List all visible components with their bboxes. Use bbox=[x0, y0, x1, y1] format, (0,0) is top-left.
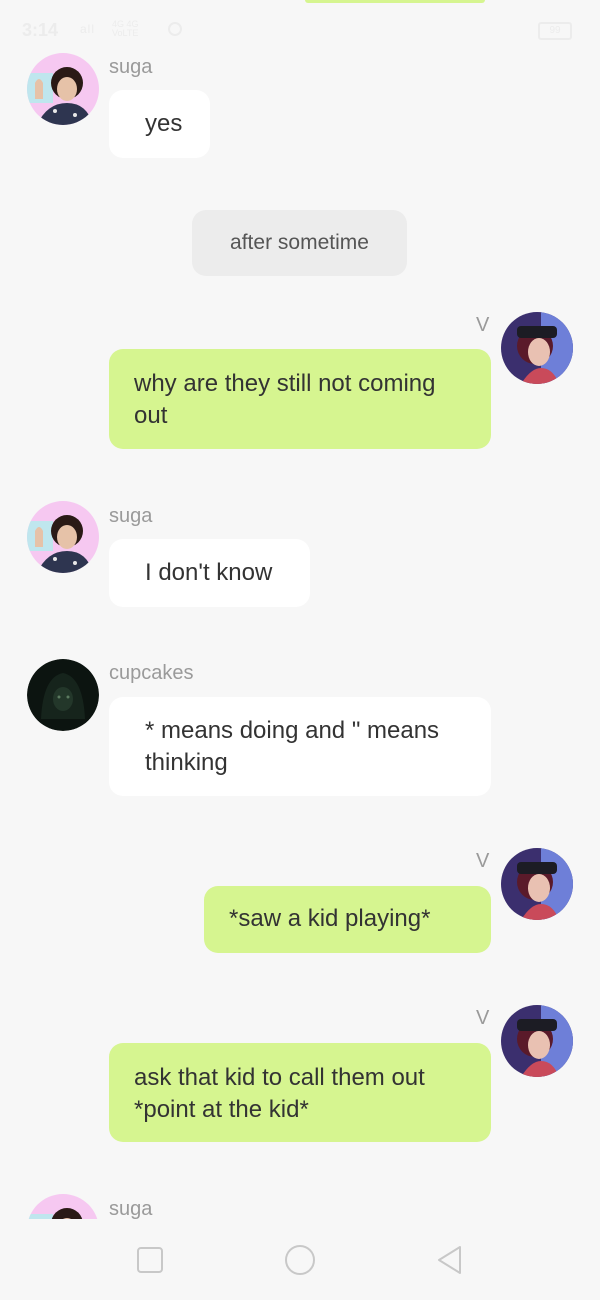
sender-name: V bbox=[476, 1007, 490, 1029]
sender-name: suga bbox=[109, 505, 153, 527]
recent-apps-icon[interactable] bbox=[133, 1243, 167, 1277]
message-bubble[interactable]: why are they still not coming out bbox=[109, 349, 491, 449]
previous-message-bubble bbox=[305, 0, 485, 3]
home-icon[interactable] bbox=[283, 1243, 317, 1277]
message-text: ask that kid to call them out *point at … bbox=[134, 1064, 425, 1123]
message-bubble[interactable]: ask that kid to call them out *point at … bbox=[109, 1043, 491, 1142]
suga-avatar[interactable] bbox=[27, 501, 99, 573]
sender-name: suga bbox=[109, 56, 153, 78]
message-text: * means doing and " means thinking bbox=[145, 717, 440, 776]
battery-icon: 99 bbox=[538, 22, 572, 40]
signal-icon: all bbox=[80, 22, 96, 36]
network-icon: 4G 4G VoLTE bbox=[112, 19, 139, 38]
navigation-bar bbox=[0, 1219, 600, 1300]
message-bubble[interactable]: *saw a kid playing* bbox=[204, 886, 491, 953]
suga-avatar[interactable] bbox=[27, 53, 99, 125]
sender-name: suga bbox=[109, 1198, 153, 1220]
sender-name: V bbox=[476, 850, 490, 872]
message-bubble[interactable]: yes bbox=[109, 90, 210, 158]
status-bar: 3:14 all 4G 4G VoLTE 99 bbox=[0, 0, 600, 60]
message-text: I don't know bbox=[145, 559, 273, 586]
system-note: after sometime bbox=[192, 210, 407, 276]
status-time: 3:14 bbox=[22, 20, 59, 40]
sync-icon bbox=[168, 22, 182, 36]
v-avatar[interactable] bbox=[501, 848, 573, 920]
cupcakes-avatar[interactable] bbox=[27, 659, 99, 731]
message-text: yes bbox=[145, 110, 183, 137]
sender-name: V bbox=[476, 314, 490, 336]
message-text: why are they still not coming out bbox=[134, 370, 436, 429]
message-bubble[interactable]: * means doing and " means thinking bbox=[109, 697, 491, 796]
v-avatar[interactable] bbox=[501, 312, 573, 384]
back-icon[interactable] bbox=[433, 1243, 467, 1277]
v-avatar[interactable] bbox=[501, 1005, 573, 1077]
message-bubble[interactable]: I don't know bbox=[109, 539, 310, 607]
message-text: *saw a kid playing* bbox=[229, 905, 431, 932]
sender-name: cupcakes bbox=[109, 662, 194, 684]
